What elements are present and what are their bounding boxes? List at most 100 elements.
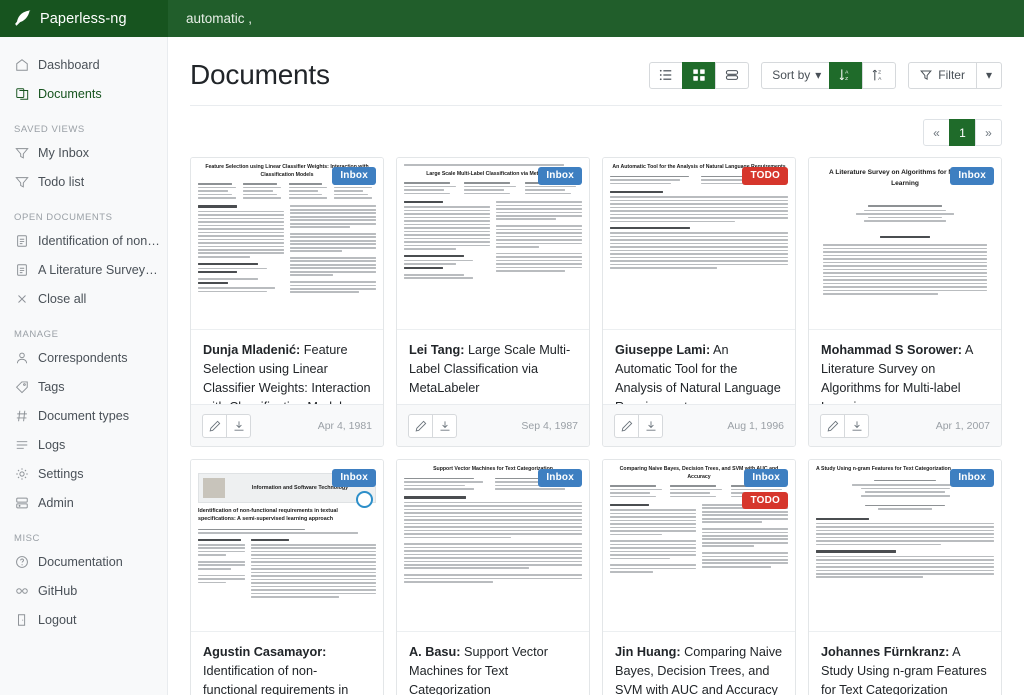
tag-badge[interactable]: Inbox [332, 469, 376, 487]
edit-document-button[interactable] [614, 414, 639, 438]
pencil-icon [209, 420, 221, 432]
sidebar-item-label: Documentation [38, 555, 123, 569]
document-thumbnail[interactable]: Comparing Naive Bayes, Decision Trees, a… [603, 460, 795, 632]
document-card-footer: Apr 1, 2007 [809, 404, 1001, 446]
document-card[interactable]: Support Vector Machines for Text Categor… [396, 459, 590, 695]
document-title: Lei Tang: Large Scale Multi-Label Classi… [409, 341, 577, 398]
document-tags: Inbox [538, 469, 582, 487]
filter-dropdown-toggle[interactable]: ▾ [976, 62, 1002, 89]
document-date: Sep 4, 1987 [521, 420, 578, 432]
filter-button[interactable]: Filter [908, 62, 977, 89]
edit-document-button[interactable] [820, 414, 845, 438]
document-card[interactable]: A Literature Survey on Algorithms for Mu… [808, 157, 1002, 447]
pagination-prev[interactable]: « [923, 119, 950, 146]
document-correspondent: Giuseppe Lami: [615, 343, 710, 357]
document-correspondent: A. Basu: [409, 645, 460, 659]
sidebar-item-documentation[interactable]: Documentation [0, 547, 167, 576]
document-thumbnail[interactable]: Information and Software Technology Iden… [191, 460, 383, 632]
sidebar-item-correspondents[interactable]: Correspondents [0, 343, 167, 372]
document-title: Jin Huang: Comparing Naive Bayes, Decisi… [615, 643, 783, 695]
sidebar-item-todo-list[interactable]: Todo list [0, 167, 167, 196]
download-icon [233, 420, 245, 432]
document-card[interactable]: Feature Selection using Linear Classifie… [190, 157, 384, 447]
download-document-button[interactable] [844, 414, 869, 438]
sidebar-item-settings[interactable]: Settings [0, 459, 167, 488]
list-view-button[interactable] [649, 62, 683, 89]
tag-badge[interactable]: Inbox [950, 469, 994, 487]
document-card[interactable]: A Study Using n-gram Features for Text C… [808, 459, 1002, 695]
sidebar-item-github[interactable]: GitHub [0, 576, 167, 605]
card-action-buttons [408, 414, 457, 438]
download-document-button[interactable] [432, 414, 457, 438]
pagination-next[interactable]: » [975, 119, 1002, 146]
tag-badge[interactable]: TODO [742, 167, 788, 185]
hash-icon [15, 409, 29, 423]
sidebar-item-label: Dashboard [38, 58, 100, 72]
sidebar-item-logout[interactable]: Logout [0, 605, 167, 634]
document-thumbnail[interactable]: Large Scale Multi-Label Classification v… [397, 158, 589, 330]
document-tags: TODO [742, 167, 788, 185]
tag-badge[interactable]: Inbox [538, 167, 582, 185]
document-thumbnail[interactable]: Support Vector Machines for Text Categor… [397, 460, 589, 632]
download-document-button[interactable] [226, 414, 251, 438]
sidebar-item-label: Settings [38, 467, 84, 481]
tag-badge[interactable]: Inbox [332, 167, 376, 185]
sidebar-item-label: Todo list [38, 175, 84, 189]
document-card[interactable]: Comparing Naive Bayes, Decision Trees, a… [602, 459, 796, 695]
app-body: Dashboard Documents SAVED VIEWS My Inbox [0, 37, 1024, 695]
svg-text:Z: Z [878, 70, 881, 76]
document-thumbnail[interactable]: Feature Selection using Linear Classifie… [191, 158, 383, 330]
feather-logo-icon [14, 10, 31, 27]
sidebar-item-admin[interactable]: Admin [0, 488, 167, 517]
sort-by-dropdown[interactable]: Sort by ▾ [761, 62, 830, 89]
document-card[interactable]: An Automatic Tool for the Analysis of Na… [602, 157, 796, 447]
link-icon [15, 584, 29, 598]
document-thumbnail[interactable]: A Study Using n-gram Features for Text C… [809, 460, 1001, 632]
document-title-text: Identification of non-functional require… [203, 664, 348, 695]
tag-badge[interactable]: Inbox [538, 469, 582, 487]
sort-descending-button[interactable]: Z A [862, 62, 896, 89]
sidebar-item-my-inbox[interactable]: My Inbox [0, 138, 167, 167]
pagination-page-1[interactable]: 1 [949, 119, 976, 146]
document-thumbnail[interactable]: A Literature Survey on Algorithms for Mu… [809, 158, 1001, 330]
thumbnail-authors [198, 183, 376, 200]
document-card[interactable]: Large Scale Multi-Label Classification v… [396, 157, 590, 447]
door-exit-icon [15, 613, 29, 627]
edit-document-button[interactable] [202, 414, 227, 438]
sidebar-item-dashboard[interactable]: Dashboard [0, 50, 167, 79]
document-correspondent: Agustin Casamayor: [203, 645, 326, 659]
documents-toolbar: Sort by ▾ A Z [649, 62, 1002, 89]
sidebar-item-label: A Literature Survey on ... [38, 263, 161, 277]
sidebar-item-document-types[interactable]: Document types [0, 401, 167, 430]
document-correspondent: Mohammad S Sorower: [821, 343, 962, 357]
sidebar-item-documents[interactable]: Documents [0, 79, 167, 108]
document-card[interactable]: Information and Software Technology Iden… [190, 459, 384, 695]
svg-text:A: A [878, 76, 882, 82]
sidebar-item-label: Tags [38, 380, 65, 394]
sidebar-item-tags[interactable]: Tags [0, 372, 167, 401]
brand-logo-area[interactable]: Paperless-ng [0, 0, 168, 37]
sidebar-item-close-all[interactable]: Close all [0, 284, 167, 313]
download-icon [439, 420, 451, 432]
download-document-button[interactable] [638, 414, 663, 438]
global-search-input[interactable]: automatic , [168, 0, 1024, 37]
edit-document-button[interactable] [408, 414, 433, 438]
tag-badge[interactable]: Inbox [950, 167, 994, 185]
thumbnail-author-block [823, 205, 987, 238]
file-text-icon [15, 234, 29, 248]
document-card-footer: Sep 4, 1987 [397, 404, 589, 446]
document-correspondent: Dunja Mladenić: [203, 343, 300, 357]
tag-icon [15, 380, 29, 394]
gear-icon [15, 467, 29, 481]
tag-badge[interactable]: TODO [742, 492, 788, 510]
document-thumbnail[interactable]: An Automatic Tool for the Analysis of Na… [603, 158, 795, 330]
sidebar-item-logs[interactable]: Logs [0, 430, 167, 459]
sort-ascending-button[interactable]: A Z [829, 62, 863, 89]
page-header: Documents [190, 37, 1002, 106]
document-title: Giuseppe Lami: An Automatic Tool for the… [615, 341, 783, 404]
sidebar-item-open-doc-2[interactable]: A Literature Survey on ... [0, 255, 167, 284]
grid-view-button[interactable] [682, 62, 716, 89]
sidebar-item-open-doc-1[interactable]: Identification of non-fu... [0, 226, 167, 255]
tag-badge[interactable]: Inbox [744, 469, 788, 487]
details-view-button[interactable] [715, 62, 749, 89]
